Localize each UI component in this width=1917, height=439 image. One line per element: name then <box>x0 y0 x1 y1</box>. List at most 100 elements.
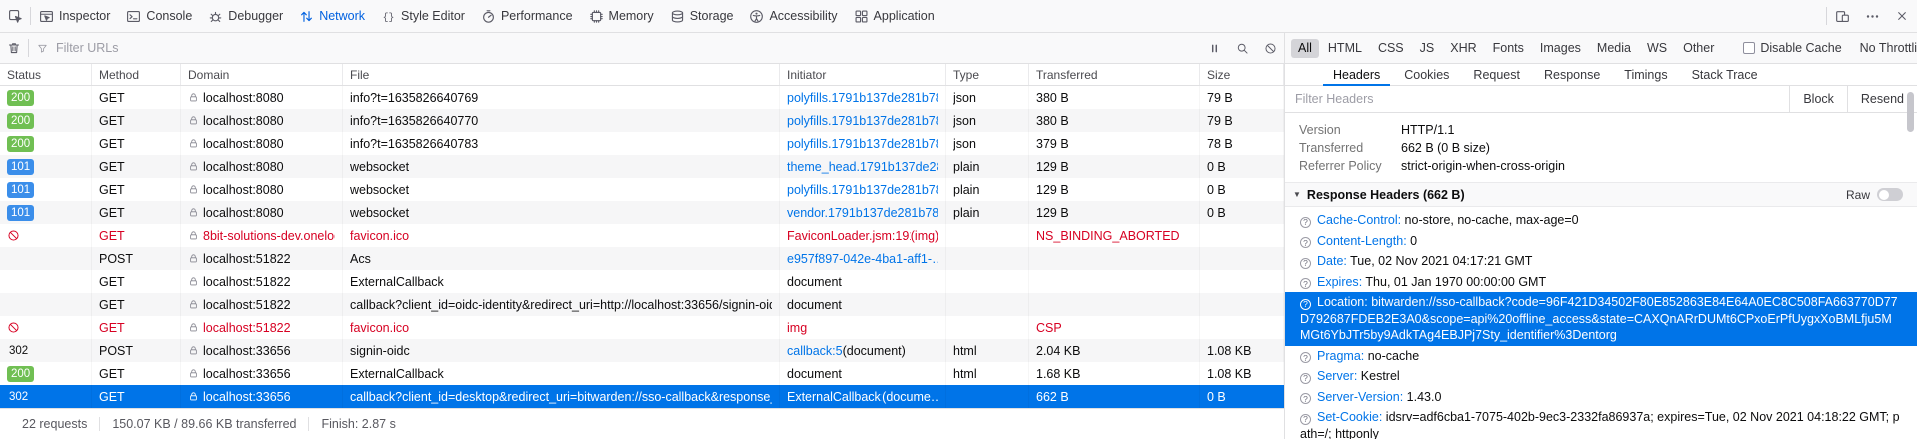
tab-network[interactable]: Network <box>291 0 373 32</box>
block-url-button[interactable]: Block <box>1789 86 1847 112</box>
request-row[interactable]: GETlocalhost:51822callback?client_id=oid… <box>0 293 1284 316</box>
column-header-initiator[interactable]: Initiator <box>780 64 946 85</box>
details-tab-stack-trace[interactable]: Stack Trace <box>1680 64 1770 85</box>
disable-cache-checkbox[interactable]: Disable Cache <box>1743 41 1841 55</box>
raw-toggle[interactable] <box>1877 188 1903 201</box>
type-filter-xhr[interactable]: XHR <box>1443 39 1483 58</box>
tab-performance[interactable]: Performance <box>473 0 581 32</box>
header-help-icon[interactable]: ? <box>1300 414 1311 425</box>
transferred-text: 2.04 KB <box>1036 344 1080 358</box>
column-header-type[interactable]: Type <box>946 64 1029 85</box>
request-row[interactable]: 101GETlocalhost:8080websockettheme_head.… <box>0 155 1284 178</box>
request-row[interactable]: POSTlocalhost:51822Acse957f897-042e-4ba1… <box>0 247 1284 270</box>
request-row[interactable]: GETlocalhost:51822favicon.icoimgCSP <box>0 316 1284 339</box>
details-tab-cookies[interactable]: Cookies <box>1392 64 1461 85</box>
header-help-icon[interactable]: ? <box>1300 373 1311 384</box>
type-filter-js[interactable]: JS <box>1413 39 1442 58</box>
header-row[interactable]: ?Pragma: no-cache <box>1285 346 1917 367</box>
type-filter-html[interactable]: HTML <box>1321 39 1369 58</box>
devtools-menu-button[interactable] <box>1857 0 1887 32</box>
tab-inspector[interactable]: Inspector <box>31 0 118 32</box>
header-value: idsrv=adf6cba1-7075-402b-9ec3-2332fa8693… <box>1300 410 1900 439</box>
request-row[interactable]: GET8bit-solutions-dev.onelogin…favicon.i… <box>0 224 1284 247</box>
details-tab-response[interactable]: Response <box>1532 64 1612 85</box>
storage-icon <box>670 9 685 24</box>
header-row[interactable]: ?Content-Length: 0 <box>1285 231 1917 252</box>
request-row[interactable]: 302GETlocalhost:33656callback?client_id=… <box>0 385 1284 408</box>
header-help-icon[interactable]: ? <box>1300 217 1311 228</box>
type-filter-all[interactable]: All <box>1291 39 1319 58</box>
column-header-size[interactable]: Size <box>1200 64 1284 85</box>
column-header-method[interactable]: Method <box>92 64 181 85</box>
type-filter-other[interactable]: Other <box>1676 39 1721 58</box>
search-button[interactable] <box>1228 33 1256 63</box>
header-row[interactable]: ?Server: Kestrel <box>1285 366 1917 387</box>
status-cell <box>0 293 92 316</box>
type-filter-css[interactable]: CSS <box>1371 39 1411 58</box>
details-tab-headers[interactable]: Headers <box>1321 64 1392 85</box>
tab-memory[interactable]: Memory <box>581 0 662 32</box>
header-help-icon[interactable]: ? <box>1300 352 1311 363</box>
domain-text: localhost:8080 <box>203 137 284 151</box>
tab-console[interactable]: Console <box>118 0 200 32</box>
domain-cell: localhost:8080 <box>181 201 343 224</box>
request-row[interactable]: 101GETlocalhost:8080websocketpolyfills.1… <box>0 178 1284 201</box>
request-row[interactable]: 200GETlocalhost:8080info?t=1635826640783… <box>0 132 1284 155</box>
pause-recording-button[interactable] <box>1200 33 1228 63</box>
type-filter-images[interactable]: Images <box>1533 39 1588 58</box>
node-picker-button[interactable] <box>0 0 30 32</box>
type-filter-fonts[interactable]: Fonts <box>1486 39 1531 58</box>
header-help-icon[interactable]: ? <box>1300 393 1311 404</box>
initiator-cell: callback:5 (document) <box>780 339 946 362</box>
tab-debugger[interactable]: Debugger <box>200 0 291 32</box>
header-row[interactable]: ?Date: Tue, 02 Nov 2021 04:17:21 GMT <box>1285 251 1917 272</box>
header-help-icon[interactable]: ? <box>1300 237 1311 248</box>
details-tabs: HeadersCookiesRequestResponseTimingsStac… <box>1285 64 1917 86</box>
responsive-design-button[interactable] <box>1827 0 1857 32</box>
request-row[interactable]: 200GETlocalhost:8080info?t=1635826640769… <box>0 86 1284 109</box>
header-row[interactable]: ?Set-Cookie: idsrv=adf6cba1-7075-402b-9e… <box>1285 407 1917 439</box>
size-cell: 1.08 KB <box>1200 339 1284 362</box>
network-toolbar-right: AllHTMLCSSJSXHRFontsImagesMediaWSOther D… <box>1284 33 1917 63</box>
header-help-icon[interactable]: ? <box>1300 299 1311 310</box>
request-row[interactable]: GETlocalhost:51822ExternalCallbackdocume… <box>0 270 1284 293</box>
tab-storage[interactable]: Storage <box>662 0 742 32</box>
initiator-cell: document <box>780 270 946 293</box>
column-header-domain[interactable]: Domain <box>181 64 343 85</box>
details-tab-timings[interactable]: Timings <box>1612 64 1679 85</box>
request-row[interactable]: 200GETlocalhost:8080info?t=1635826640770… <box>0 109 1284 132</box>
type-filter-ws[interactable]: WS <box>1640 39 1674 58</box>
header-row[interactable]: ?Server-Version: 1.43.0 <box>1285 387 1917 408</box>
details-scrollbar[interactable] <box>1907 92 1914 132</box>
filter-headers-input[interactable] <box>1285 86 1789 112</box>
method-text: GET <box>99 91 125 105</box>
close-devtools-button[interactable] <box>1887 0 1917 32</box>
column-header-transferred[interactable]: Transferred <box>1029 64 1200 85</box>
filter-urls-input[interactable] <box>54 40 1192 56</box>
header-row[interactable]: ?Location: bitwarden://sso-callback?code… <box>1285 292 1917 346</box>
header-row[interactable]: ?Expires: Thu, 01 Jan 1970 00:00:00 GMT <box>1285 272 1917 293</box>
column-header-status[interactable]: Status <box>0 64 92 85</box>
request-row[interactable]: 200GETlocalhost:33656ExternalCallbackdoc… <box>0 362 1284 385</box>
type-filter-media[interactable]: Media <box>1590 39 1638 58</box>
block-requests-button[interactable] <box>1256 33 1284 63</box>
tab-accessibility[interactable]: Accessibility <box>741 0 845 32</box>
header-help-icon[interactable]: ? <box>1300 278 1311 289</box>
response-headers-section[interactable]: ▼ Response Headers (662 B) Raw <box>1285 182 1917 207</box>
details-tab-request[interactable]: Request <box>1461 64 1532 85</box>
throttling-select[interactable]: No Throttling <box>1860 41 1917 55</box>
tab-style-editor[interactable]: {}Style Editor <box>373 0 473 32</box>
column-header-file[interactable]: File <box>343 64 780 85</box>
type-text: json <box>953 137 976 151</box>
header-row[interactable]: ?Cache-Control: no-store, no-cache, max-… <box>1285 210 1917 231</box>
type-cell: plain <box>946 201 1029 224</box>
status-badge: 302 <box>7 389 30 405</box>
header-help-icon[interactable]: ? <box>1300 258 1311 269</box>
size-cell: 0 B <box>1200 201 1284 224</box>
tab-application[interactable]: Application <box>846 0 943 32</box>
transferred-cell: 129 B <box>1029 201 1200 224</box>
request-row[interactable]: 101GETlocalhost:8080websocketvendor.1791… <box>0 201 1284 224</box>
clear-requests-button[interactable] <box>0 33 28 63</box>
request-row[interactable]: 302POSTlocalhost:33656signin-oidccallbac… <box>0 339 1284 362</box>
domain-cell: localhost:8080 <box>181 178 343 201</box>
